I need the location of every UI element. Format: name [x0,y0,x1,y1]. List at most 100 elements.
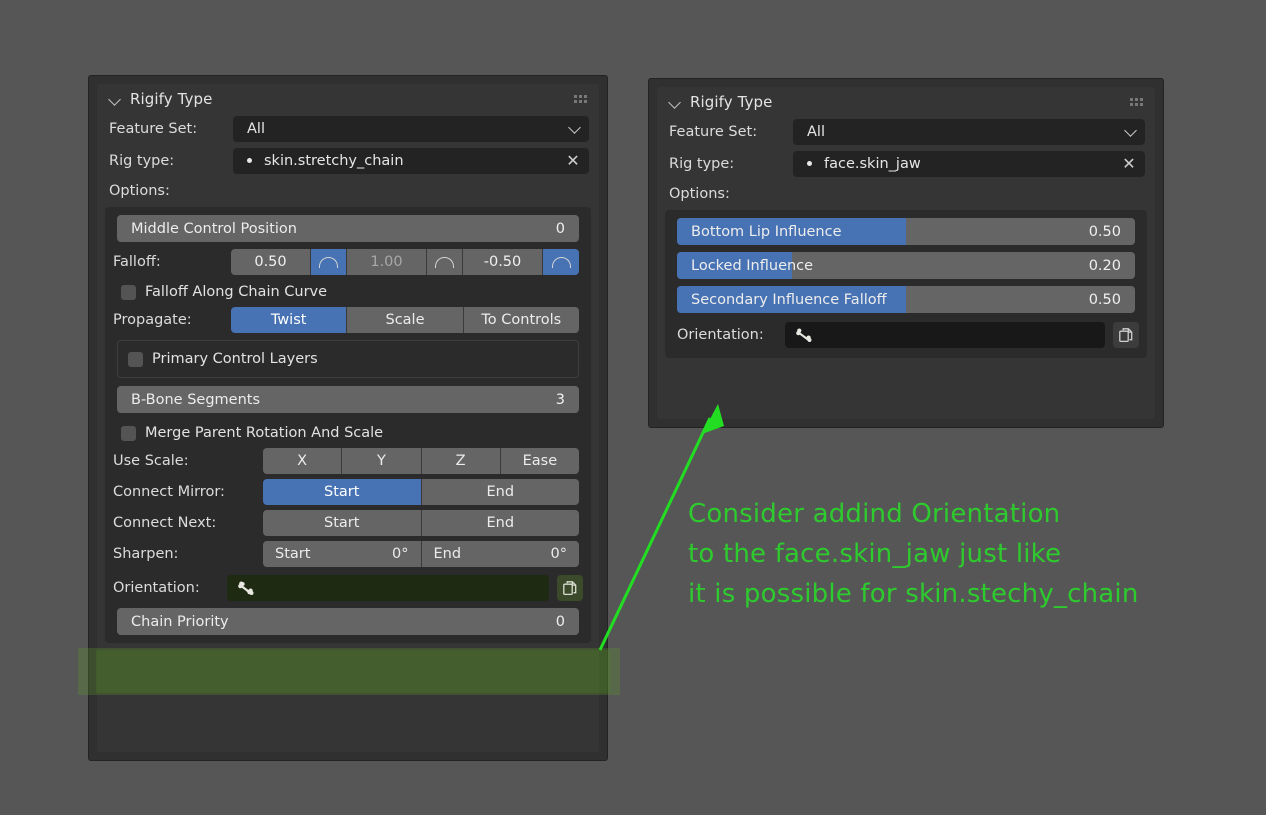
merge-parent-rotation-label: Merge Parent Rotation And Scale [145,425,384,441]
use-scale-row: Use Scale: X Y Z Ease [113,447,583,475]
chain-priority-field[interactable]: Chain Priority 0 [117,608,579,635]
options-box-left: Middle Control Position 0 Falloff: 0.50 … [105,207,591,643]
orientation-bone-field[interactable] [227,575,549,601]
copy-icon [562,581,576,596]
rig-type-row: Rig type: face.skin_jaw ✕ [657,149,1155,178]
connect-next-option-start[interactable]: Start [263,510,422,536]
propagate-segmented-control[interactable]: Twist Scale To Controls [231,307,579,333]
chevron-down-icon [1124,123,1137,137]
falloff-label: Falloff: [113,254,161,270]
falloff-along-chain-curve-checkbox[interactable]: Falloff Along Chain Curve [113,278,583,306]
arc-icon[interactable] [543,249,579,275]
falloff-value-1[interactable]: 1.00 [347,249,427,275]
connect-next-segmented-control[interactable]: Start End [263,510,579,536]
arc-icon[interactable] [427,249,463,275]
panel-header-right[interactable]: Rigify Type [657,87,1155,117]
checkbox-icon[interactable] [121,425,136,441]
use-scale-label: Use Scale: [113,453,189,469]
merge-parent-rotation-checkbox[interactable]: Merge Parent Rotation And Scale [113,419,583,447]
sharpen-end-value: 0° [550,546,567,562]
options-label-row: Options: [97,178,599,204]
panel-inner-right: Rigify Type Feature Set: All Rig type: f… [657,87,1155,419]
slider-label: Locked Influence [691,257,814,274]
feature-set-value: All [247,120,265,137]
options-label: Options: [109,183,170,199]
sharpen-label: Sharpen: [113,546,179,562]
use-scale-option-y[interactable]: Y [342,448,422,474]
page-title: Rigify Type [130,90,213,108]
slider-value: 0.50 [1088,291,1121,308]
close-icon[interactable]: ✕ [1121,155,1137,172]
connect-mirror-label: Connect Mirror: [113,484,225,500]
grip-dots-icon[interactable] [1130,98,1143,106]
middle-control-position-value: 0 [555,220,565,237]
feature-set-dropdown[interactable]: All [793,118,1145,145]
close-icon[interactable]: ✕ [565,152,581,169]
chevron-down-icon[interactable] [109,93,122,106]
feature-set-value: All [807,123,825,140]
grip-dots-icon[interactable] [574,95,587,103]
sharpen-row: Sharpen: Start 0° End 0° [113,540,583,568]
annotation-text: Consider addind Orientation to the face.… [688,499,1139,609]
sharpen-value-group[interactable]: Start 0° End 0° [263,541,579,567]
connect-mirror-segmented-control[interactable]: Start End [263,479,579,505]
checkbox-icon[interactable] [128,351,143,367]
primary-control-layers-checkbox[interactable]: Primary Control Layers [128,349,568,369]
slider-bottom-lip-influence[interactable]: Bottom Lip Influence 0.50 [677,218,1135,245]
slider-secondary-influence-falloff[interactable]: Secondary Influence Falloff 0.50 [677,286,1135,313]
sharpen-end-label: End [433,546,462,562]
bone-icon [796,328,812,342]
sharpen-start-field[interactable]: Start 0° [263,541,422,567]
options-label: Options: [669,186,730,202]
checkbox-icon[interactable] [121,284,136,300]
feature-set-dropdown[interactable]: All [233,115,589,142]
middle-control-position-field[interactable]: Middle Control Position 0 [117,215,579,242]
rig-type-label: Rig type: [109,152,175,169]
slider-label: Bottom Lip Influence [691,223,842,240]
connect-next-option-end[interactable]: End [421,510,579,536]
falloff-along-chain-curve-label: Falloff Along Chain Curve [145,284,328,300]
chain-priority-value: 0 [555,613,565,630]
propagate-option-to-controls[interactable]: To Controls [463,307,579,333]
connect-mirror-row: Connect Mirror: Start End [113,478,583,506]
rig-type-value: face.skin_jaw [824,155,921,172]
connect-mirror-option-start[interactable]: Start [263,479,422,505]
orientation-bone-field[interactable] [785,322,1105,348]
chevron-down-icon[interactable] [669,96,682,109]
use-scale-option-x[interactable]: X [263,448,343,474]
propagate-label: Propagate: [113,312,192,328]
dot-icon [247,158,252,163]
slider-value: 0.20 [1088,257,1121,274]
chain-priority-label: Chain Priority [131,613,229,630]
connect-mirror-option-end[interactable]: End [421,479,579,505]
slider-locked-influence[interactable]: Locked Influence 0.20 [677,252,1135,279]
rig-type-field[interactable]: face.skin_jaw ✕ [793,150,1145,177]
falloff-value-0[interactable]: 0.50 [231,249,311,275]
middle-control-position-label: Middle Control Position [131,220,297,237]
arc-icon[interactable] [311,249,347,275]
primary-control-layers-label: Primary Control Layers [152,351,318,367]
rig-type-row: Rig type: skin.stretchy_chain ✕ [97,146,599,175]
panel-header-left[interactable]: Rigify Type [97,84,599,114]
feature-set-label: Feature Set: [109,120,198,137]
orientation-copy-button[interactable] [557,575,583,601]
bone-icon [238,581,254,595]
feature-set-label: Feature Set: [669,123,758,140]
use-scale-option-ease[interactable]: Ease [500,448,579,474]
dot-icon [807,161,812,166]
falloff-value-2[interactable]: -0.50 [463,249,543,275]
propagate-option-scale[interactable]: Scale [347,307,464,333]
orientation-copy-button[interactable] [1113,322,1139,348]
orientation-label: Orientation: [113,580,200,596]
rig-type-field[interactable]: skin.stretchy_chain ✕ [233,147,589,174]
primary-control-layers-box: Primary Control Layers [117,340,579,378]
bbone-segments-field[interactable]: B-Bone Segments 3 [117,386,579,413]
falloff-value-group[interactable]: 0.50 1.00 -0.50 [231,249,579,275]
propagate-option-twist[interactable]: Twist [231,307,348,333]
options-label-row: Options: [657,181,1155,207]
use-scale-option-z[interactable]: Z [421,448,501,474]
connect-next-label: Connect Next: [113,515,217,531]
use-scale-segmented-control[interactable]: X Y Z Ease [263,448,579,474]
feature-set-row: Feature Set: All [97,114,599,143]
sharpen-end-field[interactable]: End 0° [421,541,579,567]
